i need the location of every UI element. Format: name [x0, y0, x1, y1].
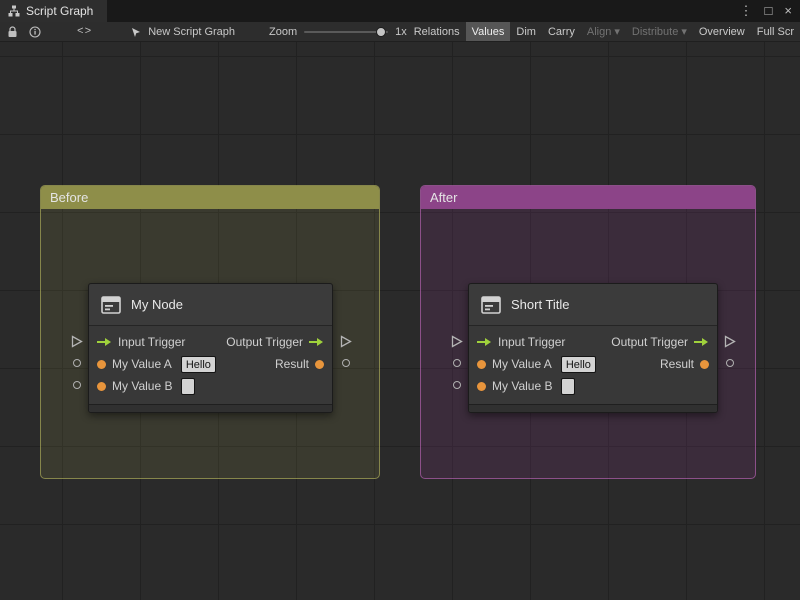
new-script-graph-label: New Script Graph — [148, 25, 236, 38]
script-graph-icon — [8, 5, 20, 17]
value-port-icon — [700, 359, 709, 369]
align-label: Align — [586, 25, 612, 38]
distribute-button[interactable]: Distribute ▾ — [626, 22, 693, 41]
group-before-header[interactable]: Before — [41, 186, 379, 209]
value-b-field[interactable] — [181, 377, 196, 395]
value-port-outer-icon[interactable] — [73, 381, 81, 389]
flow-port-outer-icon[interactable] — [71, 335, 83, 348]
flow-port-icon — [694, 338, 708, 346]
tab-title: Script Graph — [26, 4, 94, 18]
tab-script-graph[interactable]: Script Graph — [0, 0, 108, 22]
graph-canvas[interactable]: Before After My Node Input Trigger Outpu… — [0, 42, 800, 600]
unit-icon — [100, 295, 122, 315]
port-my-value-a[interactable]: My Value A Hello — [97, 355, 216, 373]
flow-port-icon — [97, 338, 111, 346]
values-button[interactable]: Values — [465, 22, 511, 41]
port-output-trigger[interactable]: Output Trigger — [611, 335, 709, 349]
group-after-header[interactable]: After — [421, 186, 755, 209]
value-port-icon — [97, 359, 106, 369]
value-a-field[interactable]: Hello — [180, 355, 216, 373]
node-footer — [469, 404, 717, 412]
value-port-icon — [97, 381, 106, 391]
port-input-trigger[interactable]: Input Trigger — [97, 335, 185, 349]
node-short-title[interactable]: Short Title Input Trigger Output Trigger… — [468, 283, 718, 413]
value-port-outer-icon[interactable] — [726, 359, 734, 367]
group-before-title: Before — [50, 190, 89, 205]
lock-icon[interactable] — [7, 25, 18, 38]
group-after-title: After — [430, 190, 458, 205]
kebab-menu-icon[interactable]: ⋮ — [740, 0, 753, 22]
zoom-value: 1x — [395, 25, 407, 38]
value-port-icon — [477, 359, 486, 369]
port-my-value-b[interactable]: My Value B — [97, 377, 196, 395]
value-port-outer-icon[interactable] — [453, 381, 461, 389]
flow-port-icon — [309, 338, 323, 346]
node-footer — [89, 404, 332, 412]
window-tab-bar: Script Graph ⋮ □ × — [0, 0, 800, 22]
node-title: My Node — [131, 297, 184, 312]
port-my-value-b[interactable]: My Value B — [477, 377, 576, 395]
relations-button[interactable]: Relations — [408, 22, 466, 41]
port-input-trigger[interactable]: Input Trigger — [477, 335, 565, 349]
flow-port-icon — [477, 338, 491, 346]
graph-toolbar: <> New Script Graph Zoom 1x Relations Va… — [0, 22, 800, 42]
node-title: Short Title — [511, 297, 570, 312]
port-result[interactable]: Result — [660, 357, 709, 371]
unit-icon — [480, 295, 502, 315]
port-output-trigger[interactable]: Output Trigger — [226, 335, 324, 349]
overview-button[interactable]: Overview — [693, 22, 751, 41]
node-header[interactable]: My Node — [89, 284, 332, 326]
chevron-down-icon: ▾ — [614, 26, 620, 38]
port-result[interactable]: Result — [275, 357, 324, 371]
zoom-label: Zoom — [269, 25, 298, 38]
node-header[interactable]: Short Title — [469, 284, 717, 326]
chevron-down-icon: ▾ — [681, 26, 687, 38]
value-port-icon — [315, 359, 324, 369]
align-button[interactable]: Align ▾ — [581, 22, 626, 41]
node-my-node[interactable]: My Node Input Trigger Output Trigger My … — [88, 283, 333, 413]
value-a-field[interactable]: Hello — [560, 355, 596, 373]
zoom-slider-knob[interactable] — [376, 26, 387, 37]
distribute-label: Distribute — [631, 25, 679, 38]
code-icon[interactable]: <> — [77, 26, 92, 38]
zoom-slider[interactable] — [304, 26, 389, 37]
info-icon[interactable] — [29, 25, 41, 38]
value-b-field[interactable] — [561, 377, 576, 395]
maximize-icon[interactable]: □ — [765, 0, 773, 22]
graph-pointer-icon — [130, 26, 142, 38]
flow-port-outer-icon[interactable] — [451, 335, 463, 348]
new-script-graph-button[interactable]: New Script Graph — [130, 26, 235, 38]
flow-port-outer-icon[interactable] — [340, 335, 352, 348]
value-port-outer-icon[interactable] — [453, 359, 461, 367]
close-icon[interactable]: × — [784, 0, 792, 22]
value-port-icon — [477, 381, 486, 391]
carry-button[interactable]: Carry — [542, 22, 581, 41]
port-my-value-a[interactable]: My Value A Hello — [477, 355, 596, 373]
dim-button[interactable]: Dim — [510, 22, 542, 41]
flow-port-outer-icon[interactable] — [724, 335, 736, 348]
value-port-outer-icon[interactable] — [73, 359, 81, 367]
value-port-outer-icon[interactable] — [342, 359, 350, 367]
fullscreen-button[interactable]: Full Scr — [751, 22, 800, 41]
